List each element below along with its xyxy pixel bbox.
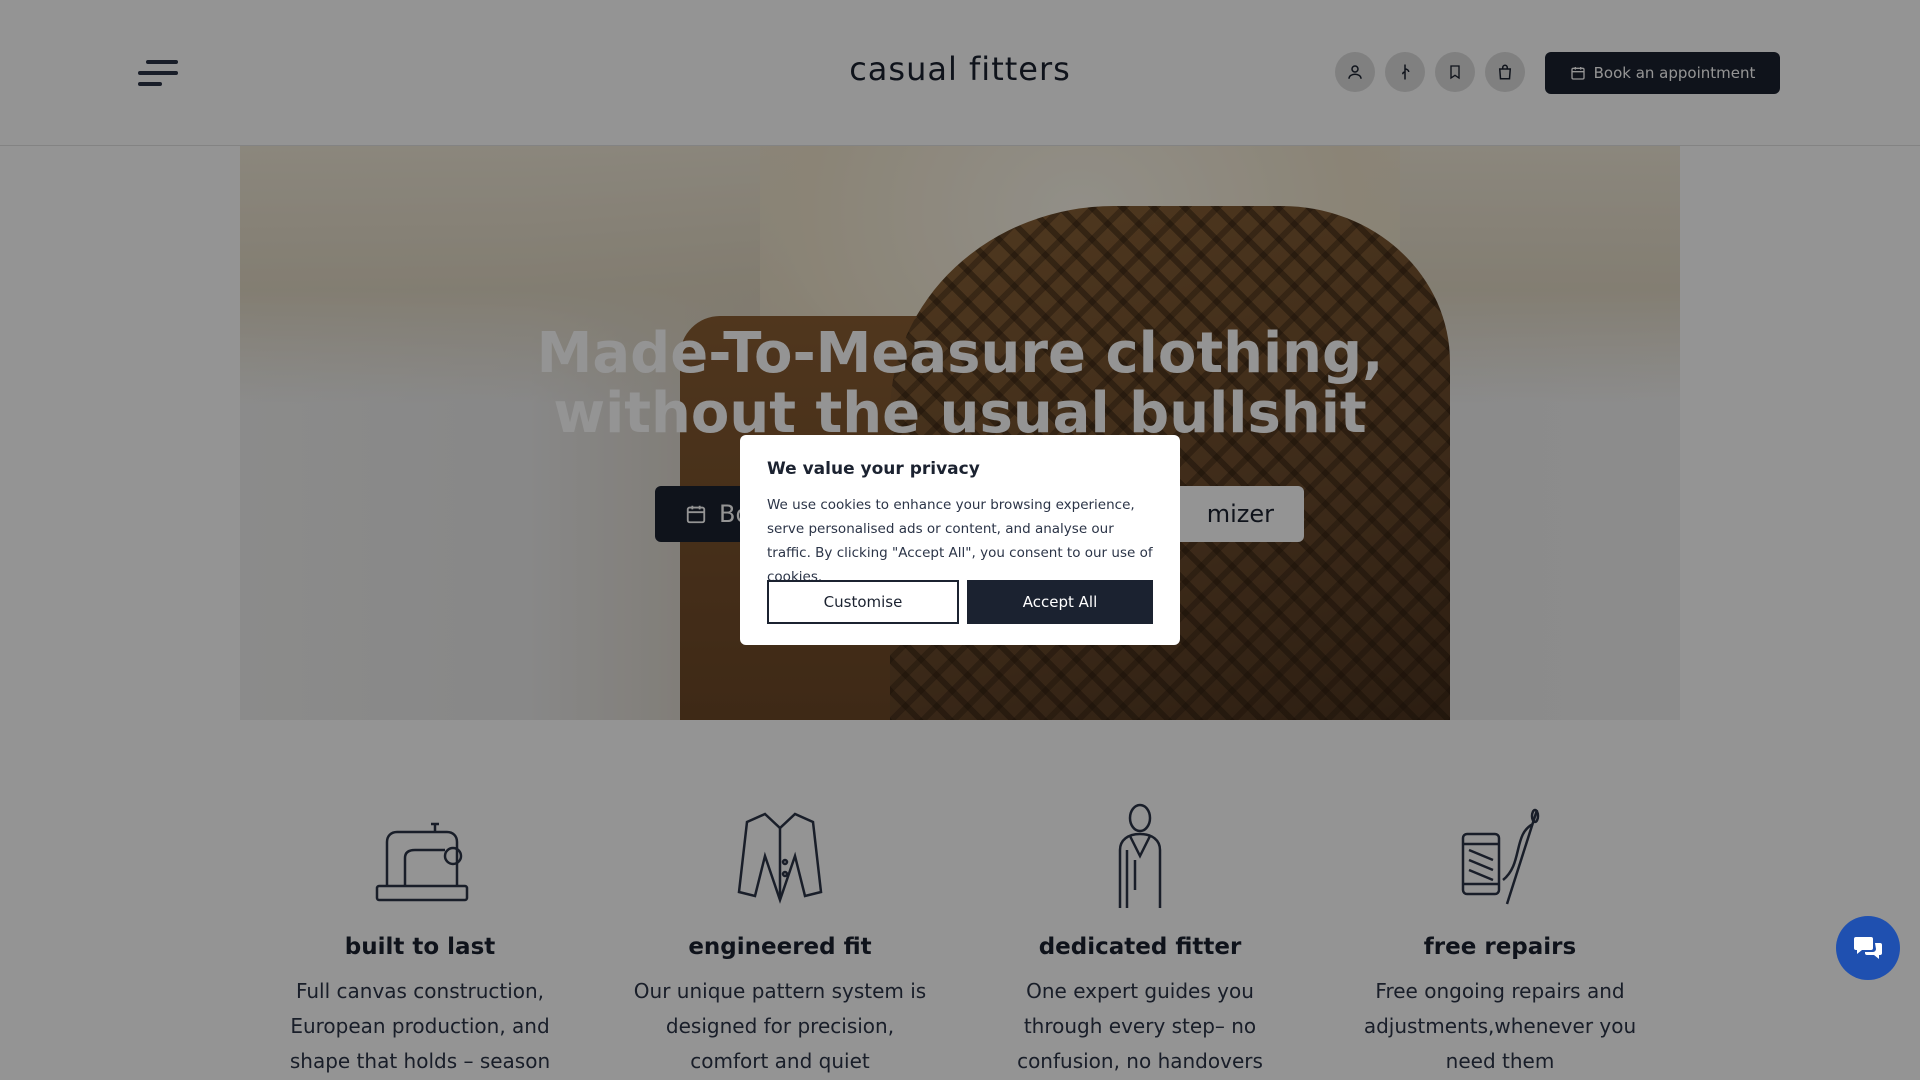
cookie-title: We value your privacy (767, 459, 980, 479)
accept-all-button[interactable]: Accept All (967, 580, 1153, 624)
chat-bubbles-icon (1854, 937, 1882, 959)
chat-button[interactable] (1836, 916, 1900, 980)
customise-button[interactable]: Customise (767, 580, 959, 624)
cookie-text: We use cookies to enhance your browsing … (767, 497, 1153, 585)
cookie-consent-dialog: We value your privacy We use cookies to … (740, 435, 1180, 645)
